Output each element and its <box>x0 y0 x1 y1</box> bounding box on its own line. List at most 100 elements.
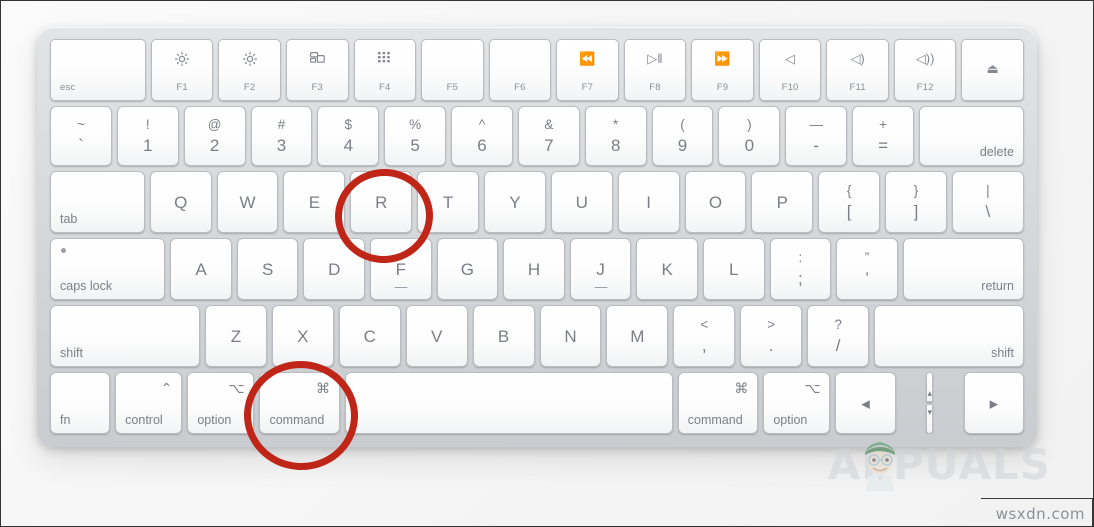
key-f6[interactable]: F6 <box>488 39 552 101</box>
key-f2[interactable]: F2 <box>218 39 281 101</box>
key-option[interactable]: ⌥ option <box>763 372 831 434</box>
key-f12[interactable]: ◁)) F12 <box>893 39 957 101</box>
key-label: I <box>646 192 651 212</box>
key-label: G <box>460 259 475 279</box>
key-f10[interactable]: ◁ F10 <box>758 39 822 101</box>
key-command[interactable]: ⌘ command <box>677 372 759 434</box>
key-z[interactable]: Z <box>204 305 267 367</box>
key-t[interactable]: T <box>417 171 479 233</box>
key-shift-label: ! <box>145 117 150 133</box>
key-j[interactable]: J <box>569 238 632 300</box>
key-label: B <box>497 326 510 346</box>
key-shift[interactable]: shift <box>50 305 200 367</box>
key-r[interactable]: R <box>350 171 413 233</box>
key-key[interactable]: | \ <box>951 171 1024 233</box>
key-x[interactable]: X <box>271 305 334 367</box>
key-l[interactable]: L <box>702 238 765 300</box>
key-8[interactable]: * 8 <box>584 106 647 166</box>
key-fn[interactable]: fn <box>50 372 111 434</box>
key-5[interactable]: % 5 <box>384 106 447 166</box>
key-k[interactable]: K <box>636 238 698 300</box>
key-label: 9 <box>677 135 688 155</box>
arrow-down-icon: ▾ <box>927 407 932 417</box>
key-0[interactable]: ) 0 <box>718 106 781 166</box>
key-delete[interactable]: delete <box>918 106 1024 166</box>
key-i[interactable]: I <box>617 171 680 233</box>
key-u[interactable]: U <box>550 171 613 233</box>
key-w[interactable]: W <box>216 171 279 233</box>
key-f3[interactable]: F3 <box>285 39 349 101</box>
key-f11[interactable]: ◁) F11 <box>826 39 889 101</box>
key-6[interactable]: ^ 6 <box>451 106 513 166</box>
key-o[interactable]: O <box>684 171 747 233</box>
key-shift[interactable]: shift <box>874 305 1024 367</box>
key-y[interactable]: Y <box>483 171 546 233</box>
key-p[interactable]: P <box>751 171 814 233</box>
fn-glyph-icon: ⏪ <box>579 51 596 66</box>
key-key[interactable]: {[ <box>818 171 881 233</box>
key-arrow-down[interactable]: ▾ <box>926 404 933 434</box>
key-key[interactable]: — - <box>785 106 848 166</box>
key-dual-label: >. <box>767 318 775 354</box>
key-key[interactable]: ? / <box>807 305 870 367</box>
key-m[interactable]: M <box>606 305 669 367</box>
key-caps-lock[interactable]: caps lock <box>50 238 166 300</box>
home-row-bump-icon <box>394 286 408 288</box>
key-label: ◂ <box>861 393 870 413</box>
key-key[interactable]: ▸ <box>963 372 1024 434</box>
key-9[interactable]: (9 <box>651 106 714 166</box>
key-key[interactable]: }] <box>885 171 947 233</box>
key-space[interactable] <box>345 372 673 434</box>
key-arrow-up-down[interactable]: ▴ ▾ <box>901 372 959 434</box>
fn-glyph-icon: ◁)) <box>915 51 935 66</box>
key-label: M <box>630 326 645 346</box>
key-b[interactable]: B <box>472 305 535 367</box>
key-shift-label: } <box>913 183 919 199</box>
key-d[interactable]: D <box>303 238 366 300</box>
key-label: F <box>395 259 406 279</box>
key-label: W <box>239 192 256 212</box>
key-key[interactable]: <, <box>673 305 736 367</box>
key-e[interactable]: E <box>283 171 346 233</box>
key-command[interactable]: ⌘ command <box>259 372 341 434</box>
key-label: K <box>661 259 673 279</box>
key-f1[interactable]: F1 <box>150 39 214 101</box>
key-key[interactable]: :; <box>769 238 832 300</box>
key-esc[interactable]: esc <box>50 39 146 101</box>
key-f8[interactable]: ▷‖ F8 <box>623 39 687 101</box>
key-arrow-up[interactable]: ▴ <box>926 372 933 402</box>
key-s[interactable]: S <box>236 238 299 300</box>
key-label: D <box>328 259 341 279</box>
key-1[interactable]: ! 1 <box>116 106 179 166</box>
key-f4[interactable]: F4 <box>353 39 417 101</box>
key-v[interactable]: V <box>405 305 468 367</box>
key-2[interactable]: @2 <box>183 106 246 166</box>
key-key[interactable]: ~ ` <box>50 106 112 166</box>
key-control[interactable]: ⌃ control <box>115 372 183 434</box>
key-7[interactable]: & 7 <box>517 106 580 166</box>
key-eject[interactable]: ⏏ <box>961 39 1024 101</box>
key-key[interactable]: >. <box>740 305 803 367</box>
key-f5[interactable]: F5 <box>421 39 484 101</box>
key-f7[interactable]: ⏪ F7 <box>556 39 619 101</box>
key-c[interactable]: C <box>338 305 401 367</box>
key-3[interactable]: #3 <box>250 106 313 166</box>
key-key[interactable]: + = <box>852 106 914 166</box>
key-label: F5 <box>446 82 459 93</box>
key-f[interactable]: F <box>370 238 432 300</box>
key-return[interactable]: return <box>902 238 1024 300</box>
key-a[interactable]: A <box>170 238 232 300</box>
key-g[interactable]: G <box>436 238 499 300</box>
key-key[interactable]: ”’ <box>836 238 898 300</box>
key-4[interactable]: $4 <box>317 106 380 166</box>
key-q[interactable]: Q <box>149 171 212 233</box>
key-key[interactable]: ◂ <box>835 372 896 434</box>
key-label: [ <box>846 201 852 221</box>
key-option[interactable]: ⌥ option <box>187 372 255 434</box>
key-tab[interactable]: tab <box>50 171 145 233</box>
option-symbol-icon: ⌥ <box>804 380 821 396</box>
key-label: F4 <box>379 82 391 93</box>
key-n[interactable]: N <box>539 305 602 367</box>
key-h[interactable]: H <box>503 238 565 300</box>
key-f9[interactable]: ⏩ F9 <box>691 39 754 101</box>
